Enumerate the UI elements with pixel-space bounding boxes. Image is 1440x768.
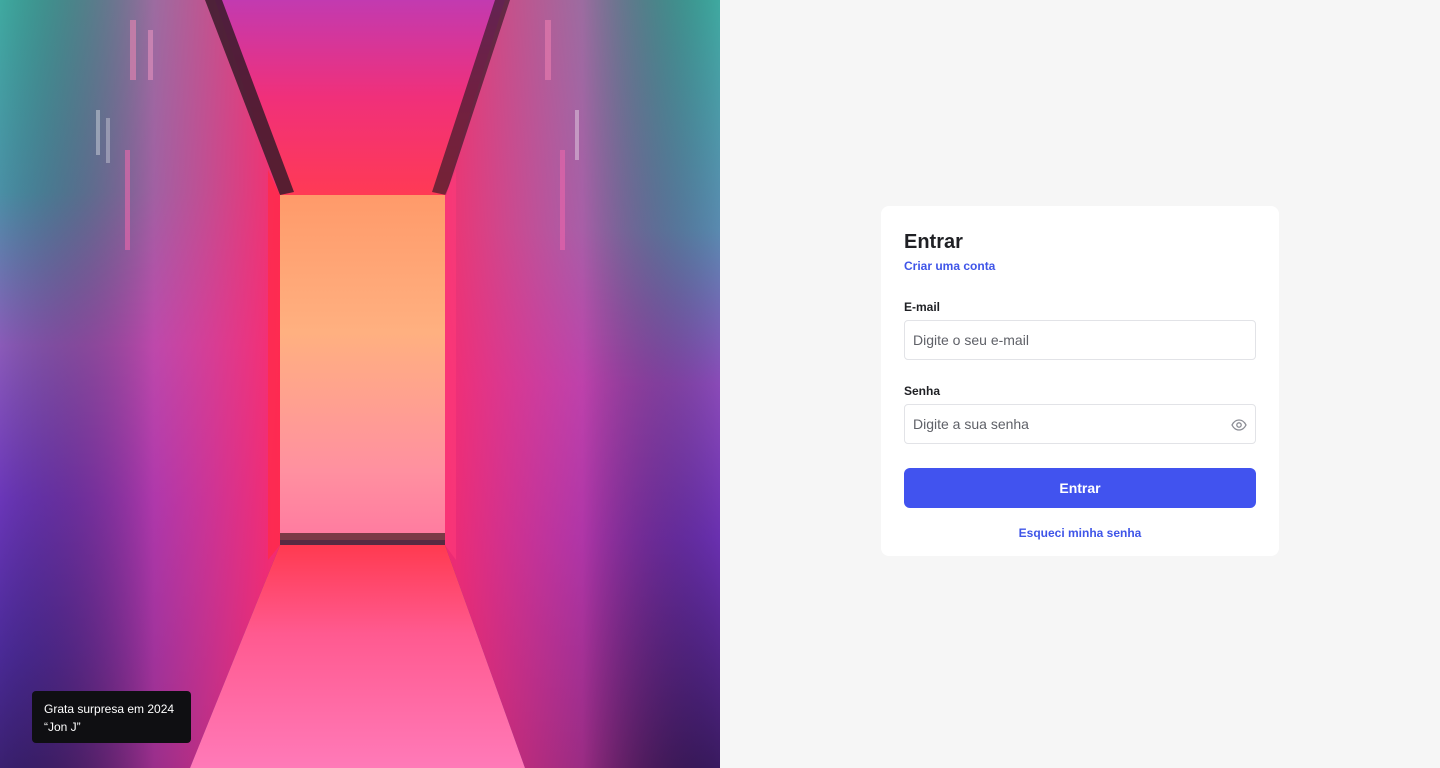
email-field[interactable]: [905, 321, 1255, 359]
email-field-wrapper: [904, 320, 1256, 360]
neon-corridor-image: [0, 0, 720, 768]
submit-button[interactable]: Entrar: [904, 468, 1256, 508]
page-title: Entrar: [904, 231, 963, 253]
hero-image-panel: Grata surpresa em 2024 “Jon J”: [0, 0, 720, 768]
email-label: E-mail: [904, 300, 941, 314]
caption-line-1: Grata surpresa em 2024: [44, 702, 175, 716]
photo-caption: Grata surpresa em 2024 “Jon J”: [32, 691, 191, 743]
login-panel: Entrar Criar uma conta E-mail Senha Entr…: [720, 0, 1440, 768]
password-label: Senha: [904, 384, 941, 398]
login-card: Entrar Criar uma conta E-mail Senha Entr…: [881, 206, 1279, 556]
eye-icon[interactable]: [1231, 417, 1247, 433]
password-field-wrapper: [904, 404, 1256, 444]
password-field[interactable]: [905, 405, 1255, 443]
create-account-link[interactable]: Criar uma conta: [904, 259, 995, 273]
caption-line-2: “Jon J”: [44, 720, 81, 734]
forgot-password-link[interactable]: Esqueci minha senha: [904, 526, 1256, 540]
